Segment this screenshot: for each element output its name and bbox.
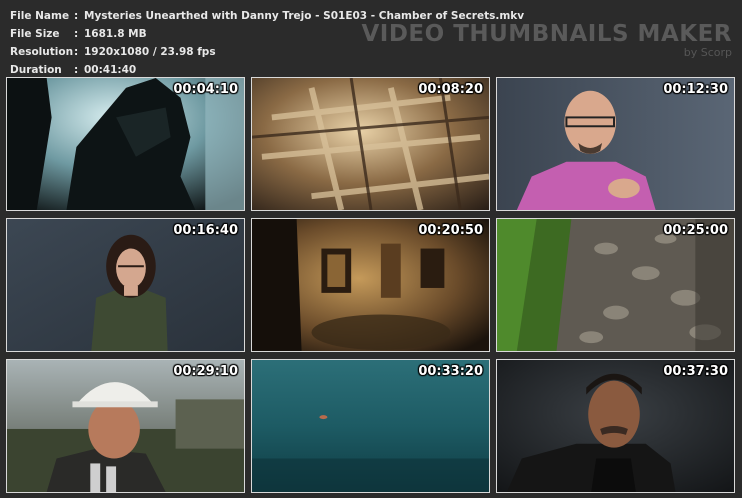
thumbnail-image xyxy=(497,78,734,210)
thumbnail[interactable]: 00:08:20 xyxy=(251,77,490,211)
timestamp: 00:25:00 xyxy=(663,223,728,238)
thumbnail-grid: 00:04:10 00:08:20 00:12:30 00:16:40 00:2… xyxy=(6,77,735,493)
thumbnail[interactable]: 00:16:40 xyxy=(6,218,245,352)
thumbnail[interactable]: 00:12:30 xyxy=(496,77,735,211)
timestamp: 00:08:20 xyxy=(418,82,483,97)
thumbnail[interactable]: 00:20:50 xyxy=(251,218,490,352)
timestamp: 00:20:50 xyxy=(418,223,483,238)
thumbnail-image xyxy=(7,360,244,492)
thumbnail-image xyxy=(252,360,489,492)
thumbnail[interactable]: 00:33:20 xyxy=(251,359,490,493)
file-size-value: 1681.8 MB xyxy=(84,28,147,40)
watermark: VIDEO THUMBNAILS MAKER by Scorp xyxy=(361,22,732,60)
thumbnail[interactable]: 00:25:00 xyxy=(496,218,735,352)
resolution-label: Resolution xyxy=(10,46,74,58)
thumbnail-image xyxy=(252,78,489,210)
thumbnail[interactable]: 00:37:30 xyxy=(496,359,735,493)
file-size-label: File Size xyxy=(10,28,60,40)
timestamp: 00:04:10 xyxy=(173,82,238,97)
separator: : xyxy=(74,10,79,22)
thumbnail[interactable]: 00:04:10 xyxy=(6,77,245,211)
separator: : xyxy=(74,46,79,58)
timestamp: 00:29:10 xyxy=(173,364,238,379)
thumbnail-image xyxy=(7,219,244,351)
watermark-subtitle: by Scorp xyxy=(683,46,732,59)
thumbnail-image xyxy=(497,219,734,351)
thumbnail-image xyxy=(497,360,734,492)
timestamp: 00:33:20 xyxy=(418,364,483,379)
thumbnail-image xyxy=(252,219,489,351)
resolution-value: 1920x1080 / 23.98 fps xyxy=(84,46,216,58)
timestamp: 00:16:40 xyxy=(173,223,238,238)
separator: : xyxy=(74,28,79,40)
timestamp: 00:37:30 xyxy=(663,364,728,379)
file-name-label: File Name xyxy=(10,10,70,22)
watermark-title: VIDEO THUMBNAILS MAKER xyxy=(361,21,732,47)
thumbnail-image xyxy=(7,78,244,210)
timestamp: 00:12:30 xyxy=(663,82,728,97)
thumbnail[interactable]: 00:29:10 xyxy=(6,359,245,493)
